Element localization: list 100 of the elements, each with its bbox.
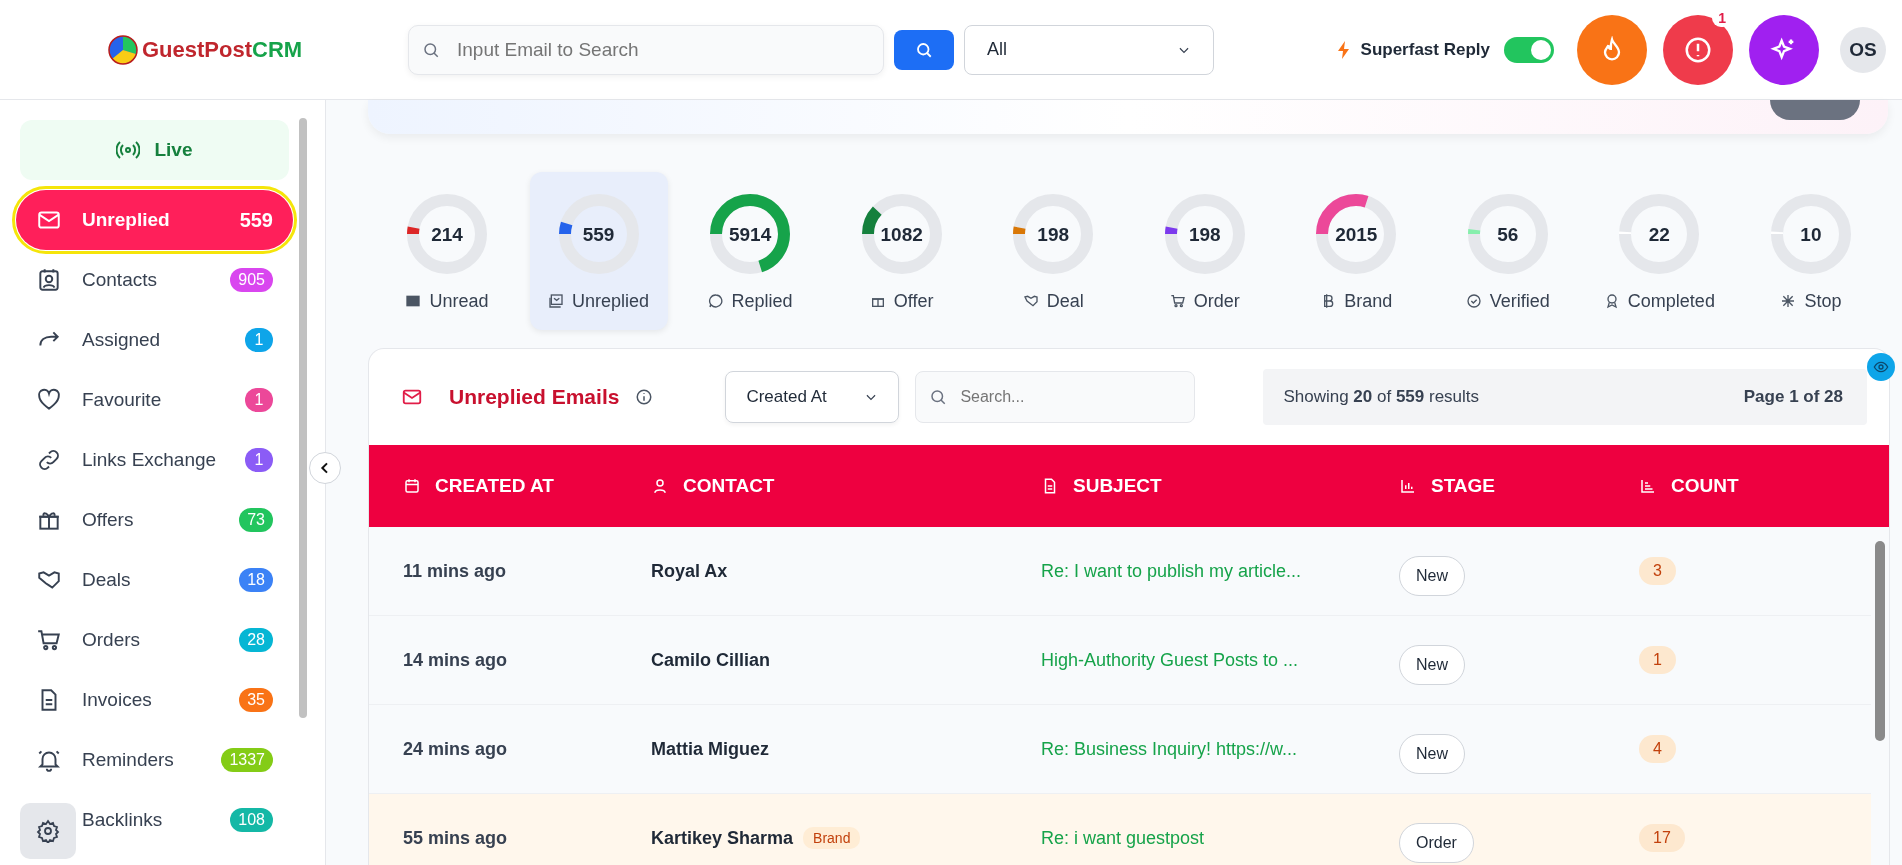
stat-tile[interactable]: 198 Deal — [984, 172, 1123, 330]
stat-tile[interactable]: 22 Completed — [1590, 172, 1729, 330]
email-search-field[interactable]: Input Email to Search — [408, 24, 884, 75]
sort-dropdown[interactable]: Created At — [725, 371, 900, 423]
stat-tile[interactable]: 5914 Replied — [681, 172, 820, 330]
table-row[interactable]: 55 mins ago Kartikey Sharma Brand Re: i want guestpost Order 17 — [369, 794, 1871, 865]
stat-label: Unread — [429, 290, 489, 312]
stat-label: Order — [1193, 290, 1240, 312]
stat-value: 10 — [1800, 224, 1822, 243]
logo-text: GuestPostCRM — [142, 36, 303, 63]
stage-badge: New — [1399, 556, 1465, 596]
superfast-reply-label: Superfast Reply — [1360, 39, 1490, 60]
count-badge: 3 — [1639, 557, 1676, 585]
stat-value: 1082 — [880, 224, 923, 243]
check-icon — [1465, 293, 1482, 309]
stat-value: 198 — [1037, 224, 1070, 243]
scrollbar[interactable] — [1875, 541, 1885, 741]
stat-tile[interactable]: 56 Verified — [1438, 172, 1577, 330]
superfast-reply-toggle[interactable] — [1504, 36, 1554, 63]
column-header[interactable]: COUNT — [1671, 475, 1739, 497]
stage-badge: Order — [1399, 823, 1474, 863]
lightning-icon — [1336, 40, 1351, 59]
sidebar-item[interactable]: Links Exchange 1 — [20, 430, 289, 490]
stat-value: 198 — [1188, 224, 1221, 243]
sort-icon — [1639, 477, 1657, 495]
stat-value: 22 — [1648, 224, 1670, 243]
stat-tile[interactable]: 214 Unread — [378, 172, 516, 330]
contact-name: Mattia Miguez — [651, 738, 769, 760]
count-badge: 1 — [245, 328, 273, 352]
column-header[interactable]: STAGE — [1431, 475, 1496, 497]
table-row[interactable]: 11 mins ago Royal Ax Re: I want to publish my article... New 3 — [369, 527, 1871, 616]
stat-value: 559 — [582, 224, 615, 243]
sidebar-item[interactable]: Invoices 35 — [20, 670, 289, 730]
column-header[interactable]: CREATED AT — [435, 475, 554, 497]
count-badge: 35 — [239, 688, 273, 712]
table-search-field[interactable]: Search... — [915, 371, 1196, 423]
table-title: Unreplied Emails — [449, 385, 620, 409]
column-header[interactable]: SUBJECT — [1073, 475, 1162, 497]
stat-label: Stop — [1804, 290, 1842, 312]
stat-value: 5914 — [728, 224, 772, 243]
search-button[interactable] — [894, 29, 954, 70]
filter-dropdown[interactable]: All — [964, 24, 1214, 75]
stat-label: Completed — [1627, 290, 1715, 312]
count-label: 559 — [239, 208, 273, 232]
user-avatar[interactable]: OS — [1840, 26, 1886, 73]
time-text: 55 mins ago — [402, 827, 509, 849]
count-badge: 108 — [230, 808, 273, 832]
time-text: 11 mins ago — [402, 560, 508, 582]
count-badge: 28 — [239, 628, 273, 652]
info-icon[interactable] — [635, 388, 654, 406]
chat-icon — [707, 293, 724, 309]
sidebar-item[interactable]: Favourite 1 — [20, 370, 289, 430]
sidebar-item[interactable]: Contacts 905 — [20, 250, 289, 310]
stage-badge: New — [1399, 645, 1465, 685]
stat-label: Replied — [731, 290, 793, 312]
stat-tile[interactable]: 198 Order — [1135, 172, 1274, 330]
settings-button[interactable] — [20, 803, 76, 859]
stat-value: 56 — [1497, 224, 1519, 243]
stat-label: Deal — [1046, 290, 1084, 312]
sidebar-item[interactable]: Reminders 1337 — [20, 730, 289, 790]
stat-tile[interactable]: 2015 Brand — [1287, 172, 1426, 330]
results-summary: Showing 20 of 559 results — [1283, 387, 1480, 407]
contact-name: Camilo Cillian — [651, 649, 771, 671]
sidebar-item[interactable]: Orders 28 — [20, 610, 289, 670]
stat-tile[interactable]: 1082 Offer — [832, 172, 971, 330]
stat-label: Offer — [893, 290, 934, 312]
eye-icon — [1873, 359, 1889, 375]
sidebar-item[interactable]: Deals 18 — [20, 550, 289, 610]
cart-icon — [36, 627, 62, 653]
stat-label: Brand — [1344, 290, 1393, 312]
page-indicator: Page 1 of 28 — [1743, 387, 1843, 407]
column-header[interactable]: CONTACT — [683, 475, 775, 497]
table-row[interactable]: 14 mins ago Camilo Cillian High-Authority Guest Posts to ... New 1 — [369, 616, 1871, 705]
broadcast-icon — [116, 141, 141, 159]
count-badge: 1 — [245, 388, 273, 412]
search-icon — [422, 40, 440, 59]
stat-label: Verified — [1489, 290, 1550, 312]
sidebar-item[interactable]: Assigned 1 — [20, 310, 289, 370]
stat-tile[interactable]: 10 Stop — [1741, 172, 1880, 330]
contact-name: Kartikey Sharma — [651, 827, 794, 849]
live-button[interactable]: Live — [20, 120, 289, 180]
collapse-sidebar-button[interactable] — [309, 452, 341, 484]
search-icon — [929, 388, 948, 406]
scrollbar[interactable] — [299, 118, 307, 718]
sidebar-item[interactable]: Backlinks 108 — [82, 790, 289, 850]
stat-tile[interactable]: 559 Unreplied — [529, 172, 668, 330]
count-badge: 905 — [230, 268, 273, 292]
calendar-icon — [403, 477, 421, 495]
brand-tag: Brand — [803, 827, 861, 849]
stat-label: Unreplied — [572, 290, 650, 312]
sidebar-item[interactable]: Offers 73 — [20, 490, 289, 550]
inbox-icon — [548, 293, 564, 309]
user-icon — [651, 477, 669, 495]
contact-name: Royal Ax — [651, 560, 728, 582]
time-text: 24 mins ago — [402, 738, 509, 760]
contact-icon — [36, 267, 62, 293]
time-text: 14 mins ago — [402, 649, 509, 671]
eye-button[interactable] — [1867, 353, 1895, 381]
count-badge: 4 — [1639, 735, 1676, 763]
count-badge: 1 — [245, 448, 273, 472]
